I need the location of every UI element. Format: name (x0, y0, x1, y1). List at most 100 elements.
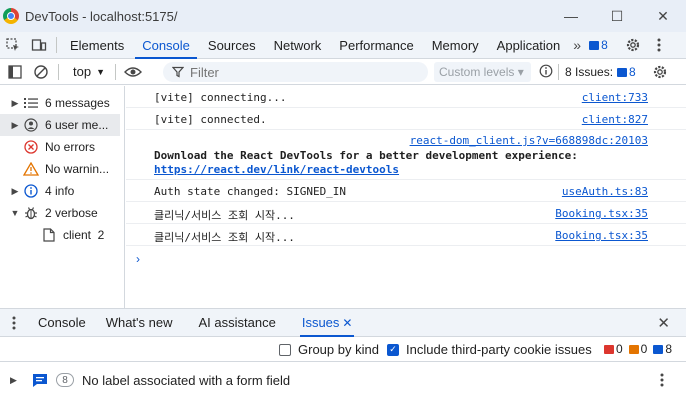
tab-application[interactable]: Application (488, 32, 570, 59)
window-titlebar: DevTools - localhost:5175/ — ☐ ✕ (0, 0, 686, 32)
message-source-link[interactable]: Booking.tsx:35 (555, 229, 648, 242)
message-text: Download the React DevTools for a better… (154, 149, 578, 162)
error-issue-icon (603, 344, 614, 354)
user-icon (22, 117, 40, 133)
checkbox-unchecked[interactable] (279, 343, 291, 356)
sidebar-item-client[interactable]: client 2 (0, 224, 125, 246)
expand-arrow-icon[interactable]: ▶ (10, 375, 24, 386)
console-settings-gear-icon[interactable] (647, 59, 673, 85)
more-tabs-button[interactable]: » (569, 37, 585, 53)
issues-badge[interactable]: 8 (589, 38, 608, 52)
drawer-tab-issues[interactable]: Issues ✕ (292, 308, 363, 337)
drawer-menu-icon[interactable] (0, 309, 28, 336)
bug-icon (22, 205, 40, 221)
console-message: [vite] connecting... client:733 (126, 86, 686, 108)
expand-arrow-icon[interactable]: ▶ (8, 120, 22, 131)
filter-field[interactable] (163, 62, 428, 82)
issue-title: No label associated with a form field (82, 372, 291, 388)
close-window-button[interactable]: ✕ (640, 0, 686, 32)
toolbar-divider (558, 64, 559, 80)
close-drawer-button[interactable]: ✕ (657, 314, 670, 332)
maximize-button[interactable]: ☐ (594, 0, 640, 32)
clear-console-icon[interactable] (28, 58, 54, 85)
error-icon (22, 139, 40, 155)
message-text: 클리닉/서비스 조회 시작... (154, 209, 295, 222)
checkmark-icon[interactable]: ✓ (387, 343, 399, 356)
tab-console[interactable]: Console (133, 32, 199, 59)
device-toolbar-icon[interactable] (26, 32, 52, 59)
issues-counter[interactable]: 8 Issues: 8 (558, 59, 636, 85)
sidebar-item-user-messages[interactable]: ▶ 6 user me... (0, 114, 120, 136)
issue-counters: 0 0 8 (603, 342, 672, 356)
issue-more-options-icon[interactable] (660, 373, 664, 387)
sidebar-item-warnings[interactable]: No warnin... (0, 158, 125, 180)
sidebar-item-label: No warnin... (45, 162, 110, 176)
react-devtools-link[interactable]: https://react.dev/link/react-devtools (154, 163, 399, 176)
expand-arrow-icon[interactable]: ▶ (8, 98, 22, 109)
message-source-link[interactable]: client:827 (582, 113, 648, 126)
toolbar-divider (115, 63, 116, 80)
live-expression-eye-icon[interactable] (120, 58, 146, 85)
group-by-kind-checkbox[interactable]: Group by kind (279, 342, 379, 357)
drawer-tab-label: Issues (301, 315, 340, 330)
sidebar-item-errors[interactable]: No errors (0, 136, 125, 158)
window-title: DevTools - localhost:5175/ (25, 8, 178, 24)
close-tab-icon[interactable]: ✕ (342, 316, 352, 330)
tab-performance[interactable]: Performance (330, 32, 422, 59)
tab-memory[interactable]: Memory (423, 32, 488, 59)
group-by-kind-label: Group by kind (298, 342, 379, 357)
sidebar-toggle-icon[interactable] (2, 58, 28, 85)
issues-toolbar: Group by kind ✓ Include third-party cook… (0, 337, 686, 362)
toolbar-divider (58, 63, 59, 80)
sidebar-item-verbose[interactable]: ▼ 2 verbose (0, 202, 125, 224)
tab-elements[interactable]: Elements (61, 32, 133, 59)
issues-counter-label: 8 Issues: (565, 65, 614, 79)
console-sidebar: ▶ 6 messages ▶ 6 user me... No errors No… (0, 86, 125, 308)
drawer-tab-console[interactable]: Console (28, 308, 96, 337)
issue-message-icon (32, 373, 48, 388)
minimize-button[interactable]: — (548, 0, 594, 32)
third-party-cookie-label: Include third-party cookie issues (406, 342, 592, 357)
message-source-link[interactable]: Booking.tsx:35 (555, 207, 648, 220)
issues-badge-count: 8 (601, 38, 608, 52)
third-party-cookie-checkbox[interactable]: ✓ Include third-party cookie issues (387, 342, 592, 357)
tab-sources[interactable]: Sources (199, 32, 265, 59)
chrome-logo-icon (3, 8, 19, 24)
sidebar-item-label: No errors (45, 140, 96, 154)
warning-icon (22, 161, 40, 177)
console-messages: [vite] connecting... client:733 [vite] c… (126, 86, 686, 308)
drawer-tab-whats-new[interactable]: What's new (96, 308, 183, 337)
console-message: Auth state changed: SIGNED_IN useAuth.ts… (126, 180, 686, 202)
tab-network[interactable]: Network (265, 32, 331, 59)
message-source-link[interactable]: client:733 (582, 91, 648, 104)
console-message: react-dom_client.js?v=668898dc:20103 Dow… (126, 130, 686, 180)
collapse-arrow-icon[interactable]: ▼ (8, 208, 22, 218)
inspect-element-icon[interactable] (0, 32, 26, 59)
info-issue-count: 8 (665, 342, 672, 356)
log-levels-dropdown[interactable]: Custom levels ▾ (434, 62, 531, 82)
window-controls: — ☐ ✕ (548, 0, 686, 32)
info-icon (22, 183, 40, 199)
expand-arrow-icon[interactable]: ▶ (8, 186, 22, 197)
issue-count-pill: 8 (56, 373, 74, 387)
sidebar-item-label: 4 info (45, 184, 75, 198)
info-circle-icon[interactable] (539, 64, 553, 78)
drawer-tab-ai-assistance[interactable]: AI assistance (189, 308, 286, 337)
console-message: 클리닉/서비스 조회 시작... Booking.tsx:35 (126, 224, 686, 246)
more-options-icon[interactable] (646, 32, 672, 59)
file-icon (40, 227, 58, 243)
sidebar-item-info[interactable]: ▶ 4 info (0, 180, 125, 202)
filter-input[interactable] (190, 64, 410, 80)
sidebar-item-messages[interactable]: ▶ 6 messages (0, 92, 125, 114)
console-prompt-icon[interactable]: › (136, 252, 140, 266)
issue-message-icon (617, 67, 628, 77)
context-selector[interactable]: top ▼ (73, 64, 105, 79)
list-icon (22, 95, 40, 111)
settings-gear-icon[interactable] (620, 32, 646, 59)
message-source-link[interactable]: useAuth.ts:83 (562, 185, 648, 198)
sidebar-item-label: 6 messages (45, 96, 110, 110)
sidebar-item-label: 6 user me... (45, 118, 109, 132)
warning-issue-count: 0 (640, 342, 648, 356)
issue-row[interactable]: ▶ 8 No label associated with a form fiel… (0, 364, 686, 396)
message-source-link[interactable]: react-dom_client.js?v=668898dc:20103 (410, 134, 648, 147)
